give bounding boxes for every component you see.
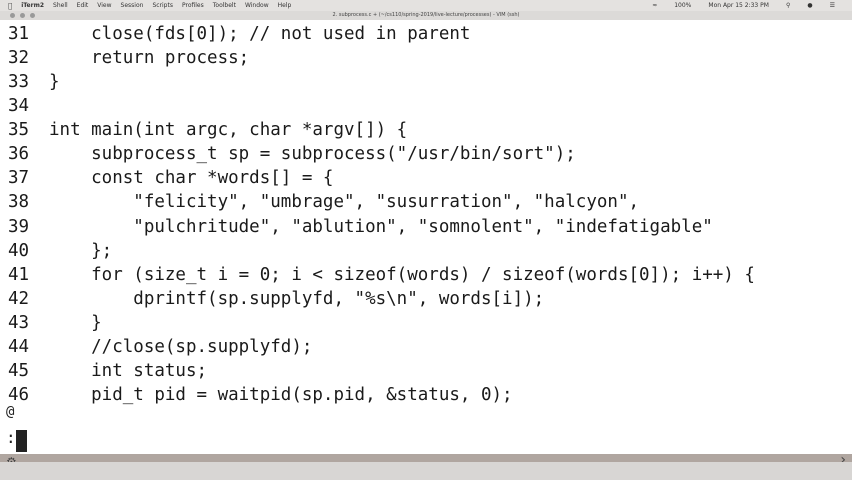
status-strip — [0, 454, 852, 462]
search-icon[interactable]: ⚲ — [786, 2, 790, 9]
code-text: close(fds[0]); // not used in parent — [49, 24, 471, 44]
code-text: }; — [49, 240, 113, 261]
code-line[interactable]: 32 return process; — [8, 46, 249, 70]
continuation-marker: @ — [6, 404, 15, 420]
siri-icon[interactable]: ● — [807, 2, 812, 9]
code-text: } — [49, 312, 102, 333]
line-number: 40 — [8, 240, 30, 261]
line-number: 31 — [8, 24, 30, 44]
cursor — [16, 430, 27, 452]
code-text: return process; — [49, 48, 250, 69]
notification-icon[interactable]: ☰ — [830, 2, 835, 9]
menu-view[interactable]: View — [97, 2, 111, 9]
line-number: 34 — [8, 96, 30, 117]
code-line[interactable]: 38 "felicity", "umbrage", "susurration",… — [8, 190, 639, 214]
code-line[interactable]: 31 close(fds[0]); // not used in parent — [8, 22, 470, 46]
line-number: 35 — [8, 120, 30, 141]
code-line[interactable]: 37 const char *words[] = { — [8, 166, 333, 190]
menu-iterm2[interactable]: iTerm2 — [21, 2, 44, 9]
menu-window[interactable]: Window — [245, 2, 269, 9]
window-title: 2. subprocess.c + (~/cs110/spring-2019/l… — [332, 12, 520, 18]
menu-scripts[interactable]: Scripts — [152, 2, 173, 9]
code-line[interactable]: 46 pid_t pid = waitpid(sp.pid, &status, … — [8, 383, 513, 407]
line-number: 36 — [8, 144, 30, 165]
code-text: "felicity", "umbrage", "susurration", "h… — [49, 192, 640, 213]
menu-toolbelt[interactable]: Toolbelt — [213, 2, 236, 9]
code-line[interactable]: 41 for (size_t i = 0; i < sizeof(words) … — [8, 263, 755, 287]
code-text: const char *words[] = { — [49, 168, 334, 189]
menu-bar:  iTerm2 Shell Edit View Session Scripts… — [0, 0, 852, 11]
bottom-bar — [0, 462, 852, 480]
code-text: for (size_t i = 0; i < sizeof(words) / s… — [49, 264, 755, 285]
line-number: 32 — [8, 48, 30, 69]
vim-editor[interactable]: 31 close(fds[0]); // not used in parent 3… — [0, 20, 852, 456]
code-line[interactable]: 39 "pulchritude", "ablution", "somnolent… — [8, 215, 713, 239]
menu-shell[interactable]: Shell — [53, 2, 68, 9]
code-line[interactable]: 43 } — [8, 311, 102, 335]
battery-percent[interactable]: 100% — [674, 2, 691, 9]
code-line[interactable]: 40 }; — [8, 239, 112, 263]
command-line[interactable]: : — [6, 428, 16, 447]
status-area: ≈ 100% Mon Apr 15 2:33 PM ⚲ ● ☰ — [644, 0, 844, 11]
code-text: dprintf(sp.supplyfd, "%s\n", words[i]); — [49, 288, 545, 309]
line-number: 44 — [8, 336, 30, 357]
clock[interactable]: Mon Apr 15 2:33 PM — [708, 2, 769, 9]
code-text: pid_t pid = waitpid(sp.pid, &status, 0); — [49, 385, 513, 406]
line-number: 43 — [8, 312, 30, 333]
code-text: //close(sp.supplyfd); — [49, 336, 313, 357]
line-number: 41 — [8, 264, 30, 285]
code-line[interactable]: 34 — [8, 94, 49, 118]
code-line[interactable]: 45 int status; — [8, 359, 207, 383]
line-number: 38 — [8, 192, 30, 213]
line-number: 33 — [8, 72, 30, 93]
menu-edit[interactable]: Edit — [77, 2, 89, 9]
wifi-icon[interactable]: ≈ — [652, 2, 657, 9]
code-text: subprocess_t sp = subprocess("/usr/bin/s… — [49, 144, 576, 165]
code-text: int main(int argc, char *argv[]) { — [49, 120, 408, 141]
window-titlebar: 2. subprocess.c + (~/cs110/spring-2019/l… — [0, 11, 852, 20]
code-line[interactable]: 35 int main(int argc, char *argv[]) { — [8, 118, 407, 142]
code-line[interactable]: 36 subprocess_t sp = subprocess("/usr/bi… — [8, 142, 576, 166]
code-text: "pulchritude", "ablution", "somnolent", … — [49, 216, 713, 237]
line-number: 45 — [8, 360, 30, 381]
menu-help[interactable]: Help — [278, 2, 292, 9]
code-line[interactable]: 44 //close(sp.supplyfd); — [8, 335, 312, 359]
line-number: 37 — [8, 168, 30, 189]
apple-menu-icon[interactable]:  — [8, 2, 12, 10]
line-number: 42 — [8, 288, 30, 309]
line-number: 39 — [8, 216, 30, 237]
code-text: } — [49, 72, 60, 93]
menu-profiles[interactable]: Profiles — [182, 2, 204, 9]
code-text: int status; — [49, 360, 208, 381]
code-line[interactable]: 42 dprintf(sp.supplyfd, "%s\n", words[i]… — [8, 287, 544, 311]
menu-session[interactable]: Session — [121, 2, 144, 9]
code-line[interactable]: 33} — [8, 70, 60, 94]
